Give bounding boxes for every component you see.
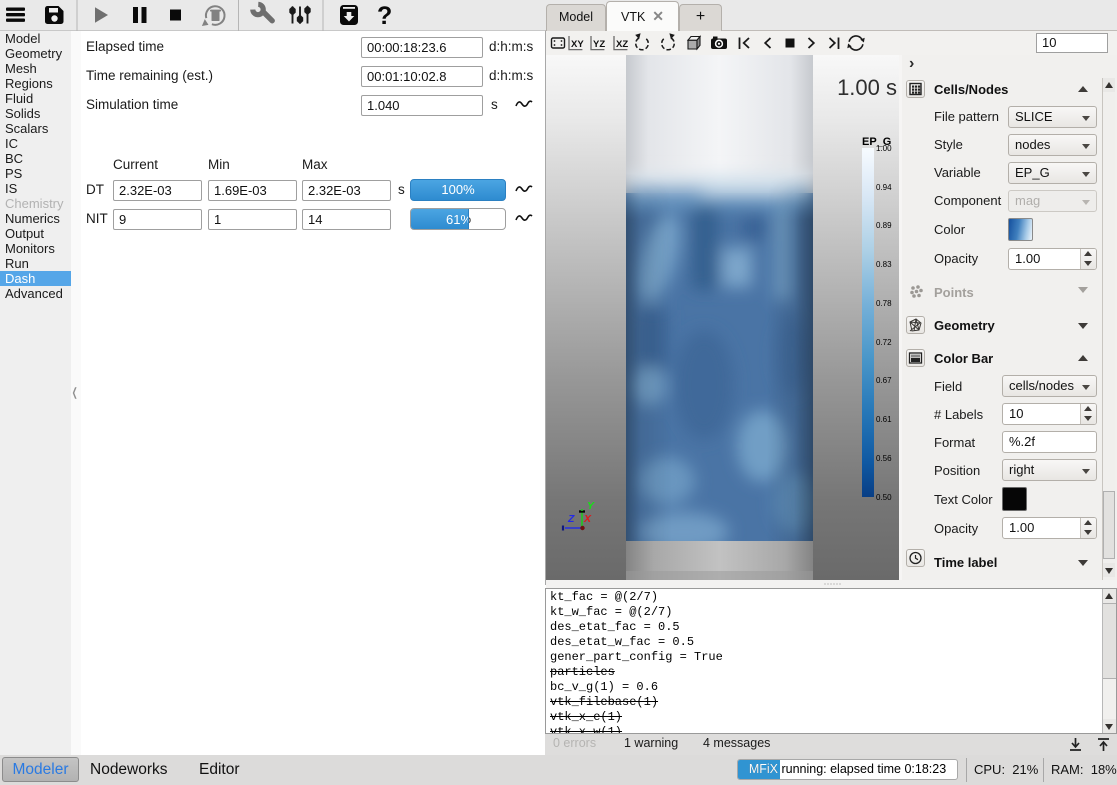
svg-text:0.89: 0.89 <box>876 221 892 230</box>
svg-text:X: X <box>583 513 592 525</box>
svg-text:0.56: 0.56 <box>876 454 892 463</box>
svg-text:YZ: YZ <box>593 39 605 50</box>
svg-text:1.00: 1.00 <box>876 144 892 153</box>
svg-text:Y: Y <box>587 500 595 512</box>
svg-text:XZ: XZ <box>616 39 628 50</box>
svg-text:?: ? <box>377 2 392 30</box>
svg-text:0.61: 0.61 <box>876 415 892 424</box>
svg-text:0.67: 0.67 <box>876 376 892 385</box>
svg-text:Z: Z <box>567 513 575 525</box>
svg-text:0.50: 0.50 <box>876 493 892 502</box>
svg-text:0.94: 0.94 <box>876 183 892 192</box>
svg-text:1.00 s: 1.00 s <box>837 75 897 100</box>
svg-text:XY: XY <box>571 39 584 50</box>
svg-text:0.78: 0.78 <box>876 299 892 308</box>
svg-text:0.72: 0.72 <box>876 338 892 347</box>
svg-text:0.83: 0.83 <box>876 260 892 269</box>
